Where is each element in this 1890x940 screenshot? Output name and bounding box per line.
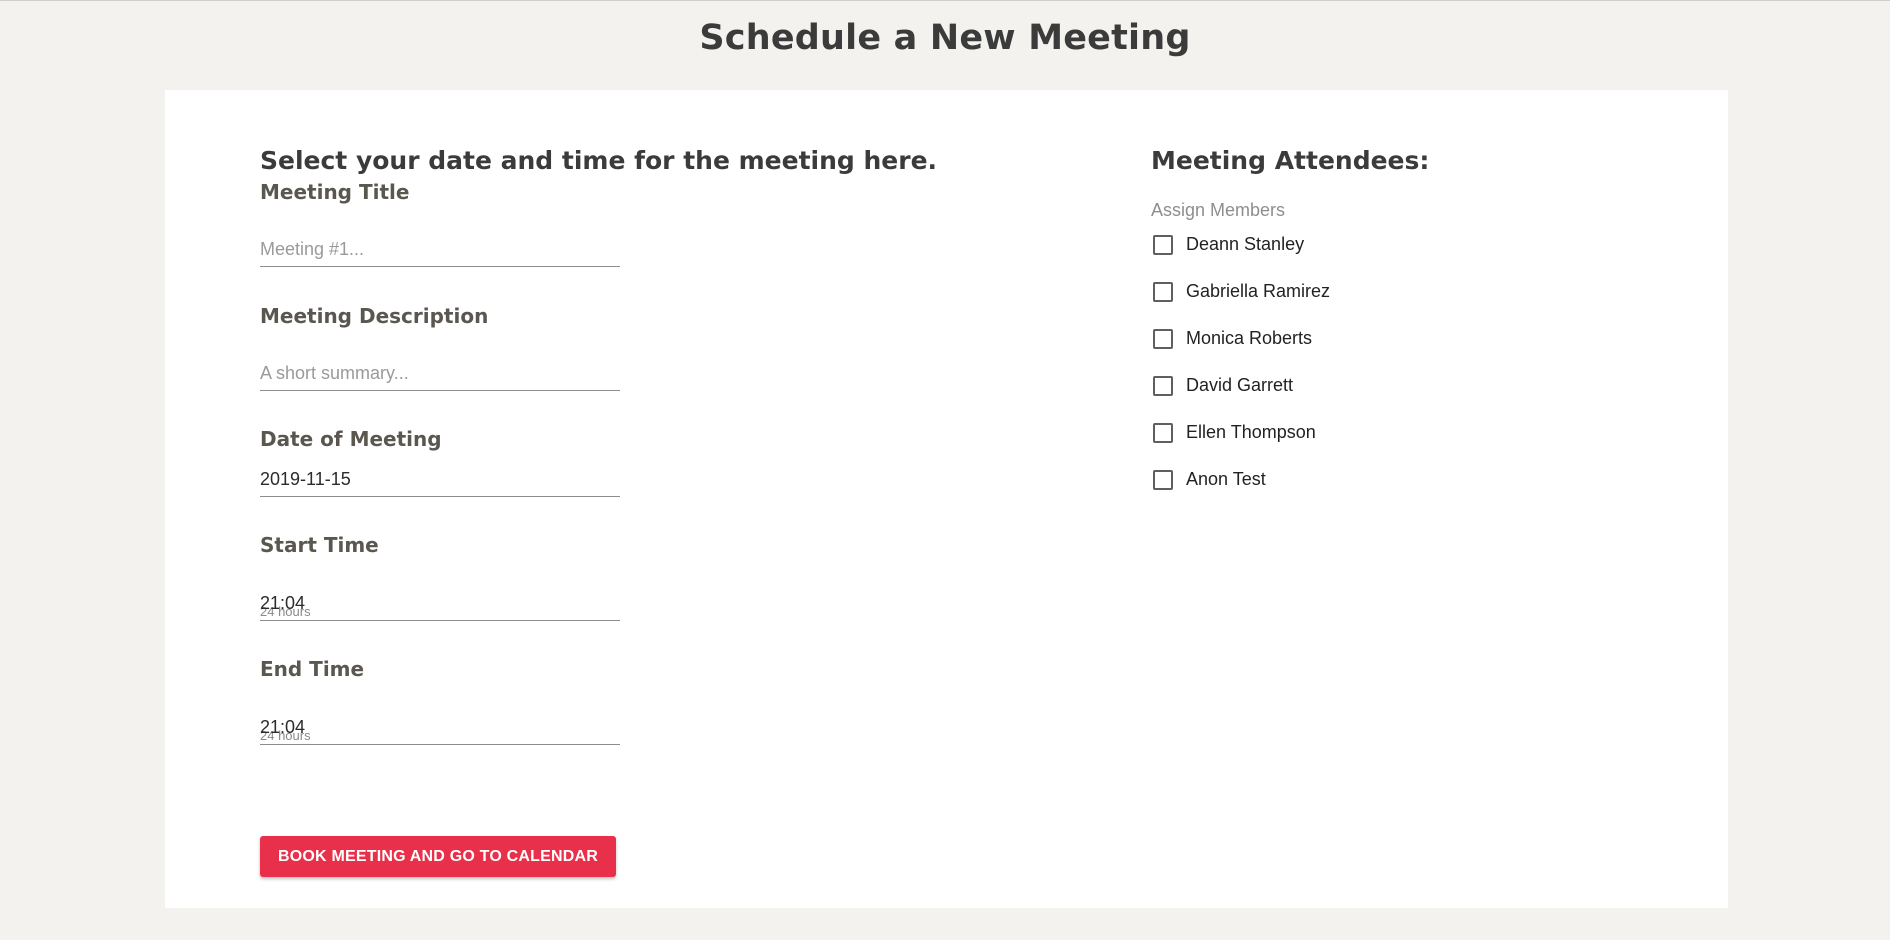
- member-list: Deann Stanley Gabriella Ramirez Monica R…: [1151, 221, 1330, 503]
- member-item[interactable]: Gabriella Ramirez: [1151, 268, 1330, 315]
- member-item[interactable]: David Garrett: [1151, 362, 1330, 409]
- member-item[interactable]: Deann Stanley: [1151, 221, 1330, 268]
- attendees-heading: Meeting Attendees:: [1151, 146, 1430, 175]
- checkbox-unchecked-icon[interactable]: [1153, 328, 1173, 349]
- meeting-description-label: Meeting Description: [260, 304, 489, 328]
- meeting-description-field: [260, 363, 620, 391]
- start-time-field: [260, 593, 620, 621]
- member-item[interactable]: Anon Test: [1151, 456, 1330, 503]
- member-name: David Garrett: [1186, 375, 1294, 395]
- member-name: Monica Roberts: [1186, 328, 1313, 348]
- member-item[interactable]: Ellen Thompson: [1151, 409, 1330, 456]
- book-meeting-button[interactable]: BOOK MEETING AND GO TO CALENDAR: [260, 836, 616, 877]
- date-field: [260, 469, 620, 497]
- member-name: Ellen Thompson: [1186, 422, 1316, 442]
- assign-members-label: Assign Members: [1151, 200, 1286, 220]
- meeting-description-input[interactable]: [260, 363, 620, 390]
- meeting-title-field: [260, 239, 620, 267]
- member-name: Gabriella Ramirez: [1186, 281, 1331, 301]
- checkbox-unchecked-icon[interactable]: [1153, 281, 1173, 302]
- meeting-title-input[interactable]: [260, 239, 620, 266]
- member-name: Anon Test: [1186, 469, 1266, 489]
- date-input[interactable]: [260, 469, 620, 496]
- checkbox-unchecked-icon[interactable]: [1153, 422, 1173, 443]
- meeting-title-label: Meeting Title: [260, 180, 410, 204]
- top-divider: [0, 0, 1890, 1]
- meeting-form-card: Select your date and time for the meetin…: [165, 90, 1728, 908]
- section-heading: Select your date and time for the meetin…: [260, 146, 938, 175]
- end-time-field: [260, 717, 620, 745]
- checkbox-unchecked-icon[interactable]: [1153, 234, 1173, 255]
- page-title: Schedule a New Meeting: [699, 18, 1191, 58]
- start-time-input[interactable]: [260, 593, 620, 620]
- start-time-label: Start Time: [260, 533, 379, 557]
- end-time-label: End Time: [260, 657, 365, 681]
- end-time-input[interactable]: [260, 717, 620, 744]
- member-name: Deann Stanley: [1186, 234, 1305, 254]
- member-item[interactable]: Monica Roberts: [1151, 315, 1330, 362]
- checkbox-unchecked-icon[interactable]: [1153, 469, 1173, 490]
- checkbox-unchecked-icon[interactable]: [1153, 375, 1173, 396]
- date-label: Date of Meeting: [260, 427, 442, 451]
